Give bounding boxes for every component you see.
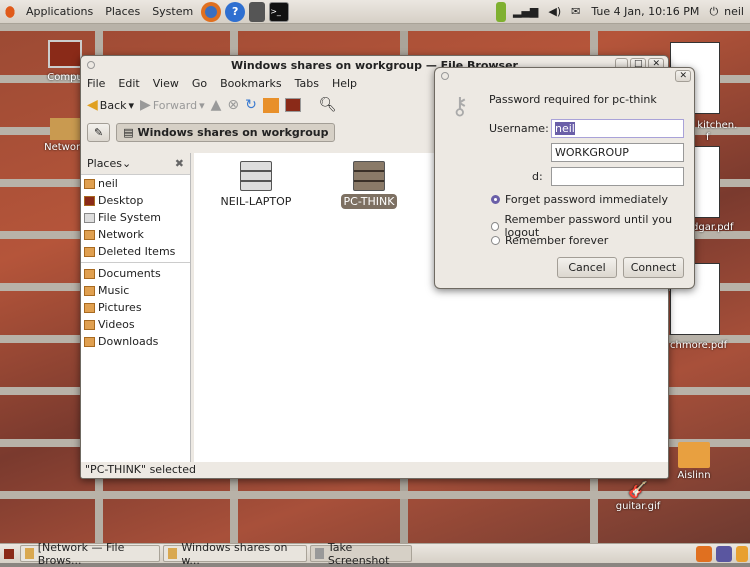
- domain-field[interactable]: WORKGROUP: [551, 143, 684, 162]
- home-icon[interactable]: [262, 97, 279, 113]
- terminal-icon[interactable]: >_: [269, 1, 290, 22]
- mail-icon[interactable]: ✉: [566, 5, 585, 18]
- task-take-screenshot[interactable]: Take Screenshot: [310, 541, 412, 567]
- workspace-switcher[interactable]: [716, 545, 732, 562]
- top-panel: Applications Places System ? >_ ▂▄▆ ◀) ✉…: [0, 0, 750, 24]
- server-icon: [353, 161, 385, 191]
- reload-icon[interactable]: ↻: [245, 97, 257, 113]
- places-dropdown[interactable]: Places⌄: [87, 157, 131, 170]
- dialog-close-button[interactable]: ✕: [675, 70, 691, 82]
- menu-places[interactable]: Places: [99, 5, 146, 18]
- folder-icon: [84, 336, 95, 347]
- desktop-icon-label[interactable]: f: [706, 132, 710, 143]
- edit-location-icon[interactable]: ✎: [87, 122, 111, 142]
- task-windows-shares[interactable]: Windows shares on w...: [163, 541, 307, 567]
- desktop-icon-label[interactable]: dgar.pdf: [692, 222, 733, 233]
- firefox-tray-icon[interactable]: [696, 545, 712, 562]
- radio-forget-immediately[interactable]: Forget password immediately: [491, 193, 668, 206]
- show-desktop-icon[interactable]: [4, 548, 14, 559]
- network-share-icon: ▤: [123, 125, 138, 139]
- menu-view[interactable]: View: [153, 77, 179, 90]
- sidebar-item-desktop[interactable]: Desktop: [81, 192, 190, 209]
- sidebar-item-neil[interactable]: neil: [81, 175, 190, 192]
- ubuntu-logo-icon: [2, 1, 18, 22]
- divider: [81, 262, 190, 263]
- places-sidebar: Places⌄ ✖ neil Desktop File System Networ…: [81, 153, 191, 462]
- location-button[interactable]: ▤ Windows shares on workgroup: [116, 122, 336, 142]
- desktop-icon-label[interactable]: r kitchen.: [690, 120, 737, 131]
- username-field[interactable]: neil: [551, 119, 684, 138]
- password-field[interactable]: [551, 167, 684, 186]
- radio-remember-forever[interactable]: Remember forever: [491, 234, 608, 247]
- clock[interactable]: Tue 4 Jan, 10:16 PM: [585, 5, 705, 18]
- desktop-icon-label[interactable]: chmore.pdf: [670, 340, 727, 351]
- close-sidebar-icon[interactable]: ✖: [175, 157, 184, 170]
- username-label: Username:: [489, 122, 549, 135]
- camera-icon: [315, 548, 324, 559]
- menu-bookmarks[interactable]: Bookmarks: [220, 77, 281, 90]
- sidebar-item-videos[interactable]: Videos: [81, 316, 190, 333]
- menu-go[interactable]: Go: [192, 77, 207, 90]
- home-folder-icon: [84, 178, 95, 189]
- network-icon: [84, 229, 95, 240]
- sidebar-item-documents[interactable]: Documents: [81, 265, 190, 282]
- desktop-icon-aislinn[interactable]: Aislinn: [672, 442, 716, 481]
- folder-icon: [25, 548, 34, 559]
- trash-icon[interactable]: [736, 545, 748, 562]
- drive-icon: [84, 212, 95, 223]
- sidebar-item-network[interactable]: Network: [81, 226, 190, 243]
- search-icon[interactable]: 🔍︎: [319, 97, 337, 113]
- menu-file[interactable]: File: [87, 77, 105, 90]
- sidebar-item-deleted-items[interactable]: Deleted Items: [81, 243, 190, 260]
- firefox-icon[interactable]: [201, 1, 222, 22]
- dialog-heading: Password required for pc-think: [489, 93, 657, 106]
- server-icon: [240, 161, 272, 191]
- network-signal-icon[interactable]: ▂▄▆: [508, 5, 543, 18]
- task-network-file-browser[interactable]: [Network — File Brows...: [20, 541, 160, 567]
- folder-icon: [84, 268, 95, 279]
- calculator-icon[interactable]: [249, 1, 266, 22]
- back-arrow-icon: ◀: [87, 97, 98, 113]
- user-menu[interactable]: neil: [718, 5, 750, 18]
- battery-icon[interactable]: [496, 1, 506, 22]
- computer-icon[interactable]: [284, 98, 301, 112]
- menu-system[interactable]: System: [146, 5, 199, 18]
- status-bar: "PC-THINK" selected: [85, 462, 196, 476]
- menu-help[interactable]: Help: [332, 77, 357, 90]
- sidebar-item-downloads[interactable]: Downloads: [81, 333, 190, 350]
- desktop-icon-guitar[interactable]: 🎸 guitar.gif: [610, 480, 666, 512]
- volume-icon[interactable]: ◀): [543, 5, 566, 18]
- folder-icon: [84, 285, 95, 296]
- sidebar-item-file-system[interactable]: File System: [81, 209, 190, 226]
- connect-button[interactable]: Connect: [623, 257, 684, 278]
- power-icon[interactable]: ⏻: [705, 5, 718, 19]
- up-icon[interactable]: ▲: [211, 97, 222, 113]
- password-label: d:: [532, 170, 543, 183]
- trash-icon: [84, 246, 95, 257]
- bottom-panel: [Network — File Brows... Windows shares …: [0, 541, 750, 567]
- menu-applications[interactable]: Applications: [20, 5, 99, 18]
- share-item-neil-laptop[interactable]: NEIL-LAPTOP: [211, 153, 301, 208]
- forward-button[interactable]: ▶ Forward ▾: [140, 97, 205, 113]
- menu-tabs[interactable]: Tabs: [295, 77, 319, 90]
- sidebar-item-music[interactable]: Music: [81, 282, 190, 299]
- sidebar-item-pictures[interactable]: Pictures: [81, 299, 190, 316]
- stop-icon[interactable]: ⊗: [227, 97, 239, 113]
- menu-edit[interactable]: Edit: [118, 77, 139, 90]
- password-dialog: ✕ ⚷ Password required for pc-think Usern…: [434, 67, 695, 289]
- back-button[interactable]: ◀ Back ▾: [87, 97, 134, 113]
- folder-icon: [84, 302, 95, 313]
- folder-icon: [84, 319, 95, 330]
- share-item-pc-think[interactable]: PC-THINK: [324, 153, 414, 209]
- desktop-icon: [84, 195, 95, 206]
- keys-icon: ⚷: [451, 92, 469, 120]
- forward-arrow-icon: ▶: [140, 97, 151, 113]
- cancel-button[interactable]: Cancel: [557, 257, 617, 278]
- folder-icon: [168, 548, 178, 559]
